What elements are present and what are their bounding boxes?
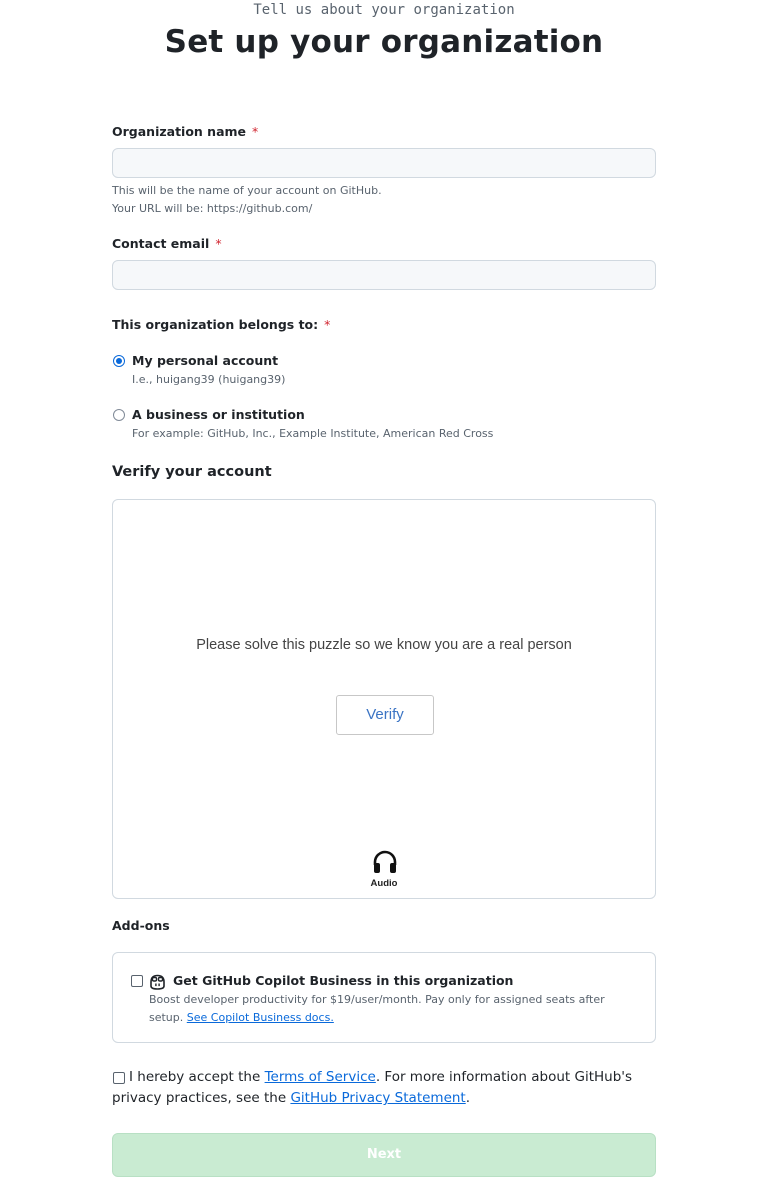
terms-prefix: I hereby accept the (129, 1069, 261, 1085)
next-button[interactable]: Next (112, 1133, 656, 1177)
required-marker: * (324, 317, 331, 332)
captcha-prompt: Please solve this puzzle so we know you … (196, 637, 572, 653)
business-radio[interactable] (113, 409, 125, 421)
page-title: Set up your organization (164, 24, 604, 60)
copilot-addon-title[interactable]: Get GitHub Copilot Business in this orga… (173, 973, 513, 989)
business-help: For example: GitHub, Inc., Example Insti… (132, 427, 494, 440)
captcha-frame: Please solve this puzzle so we know you … (112, 499, 656, 899)
contact-email-label: Contact email * (112, 236, 222, 252)
addons-section-title: Add-ons (112, 918, 170, 933)
audio-label[interactable]: Audio (113, 878, 655, 889)
verify-button[interactable]: Verify (336, 695, 434, 735)
verify-section-title: Verify your account (112, 464, 272, 480)
belongs-to-label: This organization belongs to: * (112, 317, 330, 333)
required-marker: * (252, 124, 259, 139)
copilot-icon (150, 974, 165, 990)
terms-of-service-link[interactable]: Terms of Service (265, 1069, 376, 1085)
org-name-label-text: Organization name (112, 124, 247, 139)
headphones-icon[interactable] (372, 850, 398, 874)
personal-account-label[interactable]: My personal account (132, 353, 278, 369)
org-url-help: Your URL will be: https://github.com/ (112, 202, 313, 215)
belongs-to-label-text: This organization belongs to: (112, 317, 319, 332)
business-label[interactable]: A business or institution (132, 407, 305, 423)
org-name-help: This will be the name of your account on… (112, 184, 382, 197)
privacy-statement-link[interactable]: GitHub Privacy Statement (290, 1090, 465, 1106)
page-subtitle: Tell us about your organization (253, 2, 515, 18)
org-name-input[interactable] (112, 148, 656, 178)
terms-text: I hereby accept the Terms of Service. Fo… (112, 1067, 657, 1109)
contact-email-input[interactable] (112, 260, 656, 290)
required-marker: * (215, 236, 222, 251)
copilot-docs-link[interactable]: See Copilot Business docs. (187, 1011, 334, 1024)
copilot-checkbox[interactable] (131, 975, 143, 987)
copilot-addon-desc: Boost developer productivity for $19/use… (149, 991, 639, 1027)
personal-account-help: I.e., huigang39 (huigang39) (132, 373, 286, 386)
org-name-label: Organization name * (112, 124, 258, 140)
contact-email-label-text: Contact email (112, 236, 210, 251)
terms-suffix: . (465, 1090, 471, 1106)
copilot-addon-card: Get GitHub Copilot Business in this orga… (112, 952, 656, 1043)
personal-account-radio[interactable] (113, 355, 125, 367)
